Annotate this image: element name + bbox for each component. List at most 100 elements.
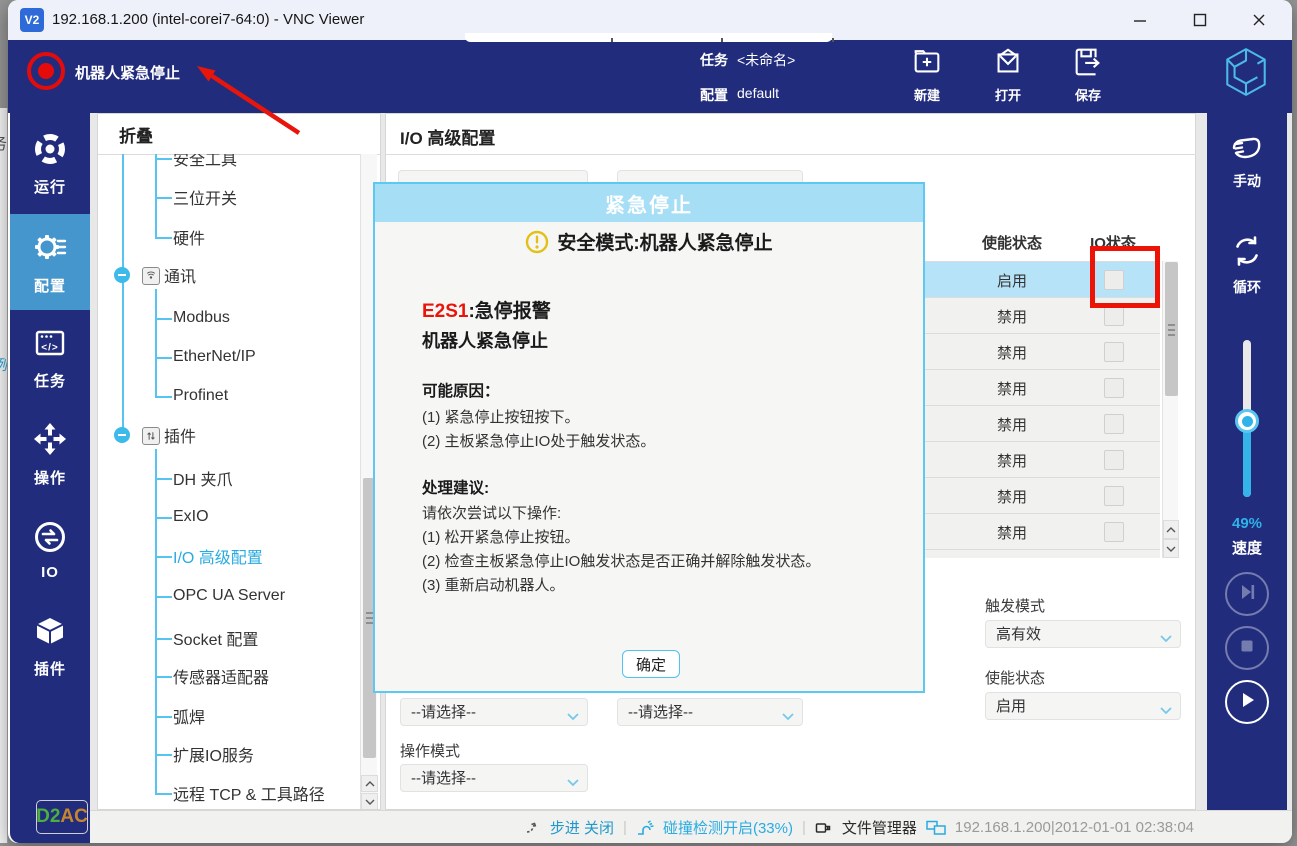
scroll-up-button[interactable] [1163,520,1179,539]
table-scrollbar[interactable] [1162,261,1178,558]
tree-item-three-position-switch[interactable]: 三位开关 [98,177,348,217]
step-forward-button[interactable] [1225,572,1269,616]
vnc-app-icon: V2 [20,8,44,32]
run-icon [33,132,67,170]
trigger-mode-select[interactable]: 高有效 [985,620,1181,648]
nav-label: 任务 [34,370,66,391]
advice-intro: 请依次尝试以下操作: [422,502,561,523]
tree-item-io-advanced-config[interactable]: I/O 高级配置 [98,536,348,576]
emergency-stop-indicator-icon [27,52,65,90]
usb-drive-icon [815,820,833,836]
io-state-checkbox[interactable] [1104,306,1124,326]
minimize-button[interactable] [1126,6,1154,34]
nav-label: 操作 [34,467,66,488]
tree-item-safety-tools[interactable]: 安全工具 [98,154,348,178]
nav-item-io[interactable]: IO [10,502,90,598]
tree-node-communication[interactable]: 通讯 [98,255,348,295]
svg-text:</>: </> [41,342,58,353]
nav-item-config[interactable]: 配置 [10,214,90,310]
tree-item-dh-gripper[interactable]: DH 夹爪 [98,458,348,498]
io-state-checkbox[interactable] [1104,486,1124,506]
chevron-down-icon [567,708,579,725]
enable-state-select[interactable]: 启用 [985,692,1181,720]
scroll-up-button[interactable] [361,775,378,792]
collapse-node-icon[interactable] [114,267,130,283]
table-scrollbar-thumb[interactable] [1165,262,1178,396]
close-button[interactable] [1245,6,1273,34]
nav-item-run[interactable]: 运行 [10,118,90,210]
network-monitor-icon [926,820,946,836]
chevron-down-icon [1160,702,1172,719]
select-placeholder-2[interactable]: --请选择-- [617,698,803,726]
tree-item-arc-welding[interactable]: 弧焊 [98,696,348,736]
collision-detect-status[interactable]: 碰撞检测开启(33%) [663,817,793,838]
background-text-fragment: 例 [0,354,7,375]
select-placeholder-1[interactable]: --请选择-- [400,698,588,726]
io-state-checkbox[interactable] [1104,522,1124,542]
speed-slider-thumb[interactable] [1235,409,1259,433]
tree-item-exio[interactable]: ExIO [98,497,348,537]
step-mode-status[interactable]: 步进 关闭 [550,817,614,838]
io-state-checkbox[interactable] [1104,342,1124,362]
cycle-mode-label[interactable]: 循环 [1207,277,1287,297]
new-task-button[interactable]: 新建 [896,42,958,106]
tree-item-extended-io-service[interactable]: 扩展IO服务 [98,734,348,774]
move-arrows-icon [32,421,68,461]
nav-item-plugin[interactable]: 插件 [10,598,90,694]
tree-item-hardware[interactable]: 硬件 [98,217,348,257]
tree-item-modbus[interactable]: Modbus [98,298,348,338]
tree-item-ethernet-ip[interactable]: EtherNet/IP [98,337,348,377]
collapse-node-icon[interactable] [114,427,130,443]
background-window-edge: 务 例 [0,108,8,843]
vnc-toolbar-notch[interactable] [465,33,832,42]
operation-mode-label: 操作模式 [400,740,460,761]
scroll-down-button[interactable] [1163,539,1179,558]
io-state-checkbox[interactable] [1104,414,1124,434]
operation-mode-select[interactable]: --请选择-- [400,764,588,792]
play-button[interactable] [1225,680,1269,724]
stop-button[interactable] [1225,626,1269,670]
tree-node-plugins[interactable]: 插件 [98,415,348,455]
tree-item-remote-tcp-toolpath[interactable]: 远程 TCP & 工具路径 [98,773,348,810]
tree-item-socket-config[interactable]: Socket 配置 [98,618,348,658]
antenna-icon [142,267,160,285]
nav-item-task[interactable]: </> 任务 [10,310,90,406]
emergency-stop-dialog: 紧急停止 安全模式:机器人紧急停止 E2S1:急停报警 机器人紧急停止 可能原因… [373,182,925,693]
manual-mode-label[interactable]: 手动 [1207,171,1287,191]
scroll-down-button[interactable] [361,793,378,810]
open-label: 打开 [995,85,1021,104]
open-file-icon [991,45,1025,82]
speed-percent: 49% [1207,515,1287,532]
io-state-checkbox[interactable] [1104,450,1124,470]
page-title: I/O 高级配置 [400,124,495,149]
open-button[interactable]: 打开 [977,42,1039,106]
cause-item: (2) 主板紧急停止IO处于触发状态。 [422,430,655,451]
task-value: <未命名> [737,50,795,70]
nav-item-operate[interactable]: 操作 [10,406,90,502]
left-nav-rail: 运行 [10,113,90,843]
play-icon [1235,688,1259,717]
save-label: 保存 [1075,85,1101,104]
stop-icon [1235,634,1259,663]
ok-button[interactable]: 确定 [622,650,680,678]
tree-item-sensor-adapter[interactable]: 传感器适配器 [98,656,348,696]
io-state-checkbox[interactable] [1104,378,1124,398]
tree-item-opc-ua-server[interactable]: OPC UA Server [98,576,348,616]
column-header-enable-state: 使能状态 [982,232,1042,253]
new-file-icon [910,45,944,82]
nav-label: 插件 [34,658,66,679]
save-icon [1071,45,1105,82]
file-manager-link[interactable]: 文件管理器 [842,817,917,838]
collision-detect-icon [636,820,654,836]
background-text-fragment: 务 [0,130,7,154]
save-button[interactable]: 保存 [1057,42,1119,106]
hand-icon[interactable] [1229,131,1265,172]
collapse-tree-button[interactable]: 折叠 [119,122,153,147]
host-and-time: 192.168.1.200|2012-01-01 02:38:04 [955,819,1194,836]
advice-item: (2) 检查主板紧急停止IO触发状态是否正确并解除触发状态。 [422,550,820,571]
maximize-button[interactable] [1186,6,1214,34]
cycle-icon[interactable] [1229,233,1265,274]
tree-item-profinet[interactable]: Profinet [98,376,348,416]
advice-title: 处理建议: [422,476,489,498]
advice-item: (3) 重新启动机器人。 [422,574,565,595]
